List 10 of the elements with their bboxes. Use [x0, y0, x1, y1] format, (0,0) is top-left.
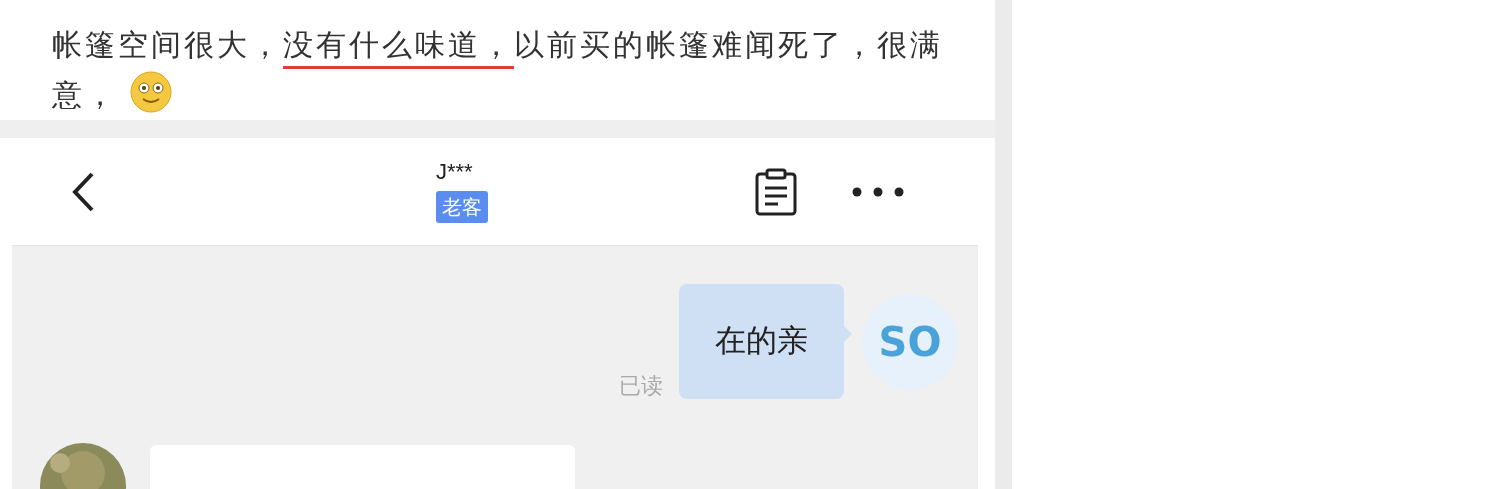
read-status: 已读: [619, 375, 663, 397]
back-icon[interactable]: [70, 170, 96, 213]
review-text: 帐篷空间很大，没有什么味道，以前买的帐篷难闻死了，很满意，: [52, 26, 944, 115]
contact-name: J***: [436, 160, 473, 183]
bubble-tail: [844, 326, 852, 342]
smiley-icon: [130, 71, 172, 113]
user-avatar: SO: [862, 293, 958, 390]
more-icon[interactable]: [852, 186, 904, 197]
clipboard-icon[interactable]: [754, 167, 798, 216]
customer-badge: 老客: [436, 190, 488, 223]
